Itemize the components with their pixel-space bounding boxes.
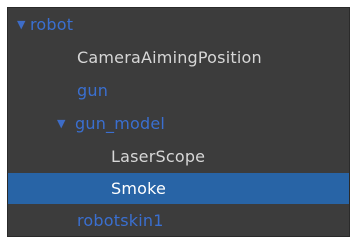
tree-item-label: gun_model: [75, 114, 166, 133]
tree-item-gun-model[interactable]: ▼ gun_model: [8, 108, 349, 139]
tree-item-label: robot: [30, 15, 74, 34]
tree-item-smoke[interactable]: Smoke: [8, 173, 349, 204]
tree-item-camera-aiming-position[interactable]: CameraAimingPosition: [8, 42, 349, 73]
tree-item-label: LaserScope: [111, 147, 206, 166]
tree-item-label: Smoke: [111, 179, 167, 198]
tree-item-robotskin1[interactable]: robotskin1: [8, 205, 349, 236]
hierarchy-panel: ▼ robot CameraAimingPosition gun ▼ gun_m…: [7, 7, 350, 237]
tree-item-laser-scope[interactable]: LaserScope: [8, 141, 349, 172]
expand-triangle-down-icon[interactable]: ▼: [57, 108, 66, 139]
tree-item-label: gun: [77, 81, 109, 100]
tree-item-robot[interactable]: ▼ robot: [8, 9, 349, 40]
tree-item-gun[interactable]: gun: [8, 75, 349, 106]
tree-item-label: CameraAimingPosition: [77, 48, 262, 67]
tree-item-label: robotskin1: [77, 211, 164, 230]
expand-triangle-down-icon[interactable]: ▼: [17, 9, 26, 40]
